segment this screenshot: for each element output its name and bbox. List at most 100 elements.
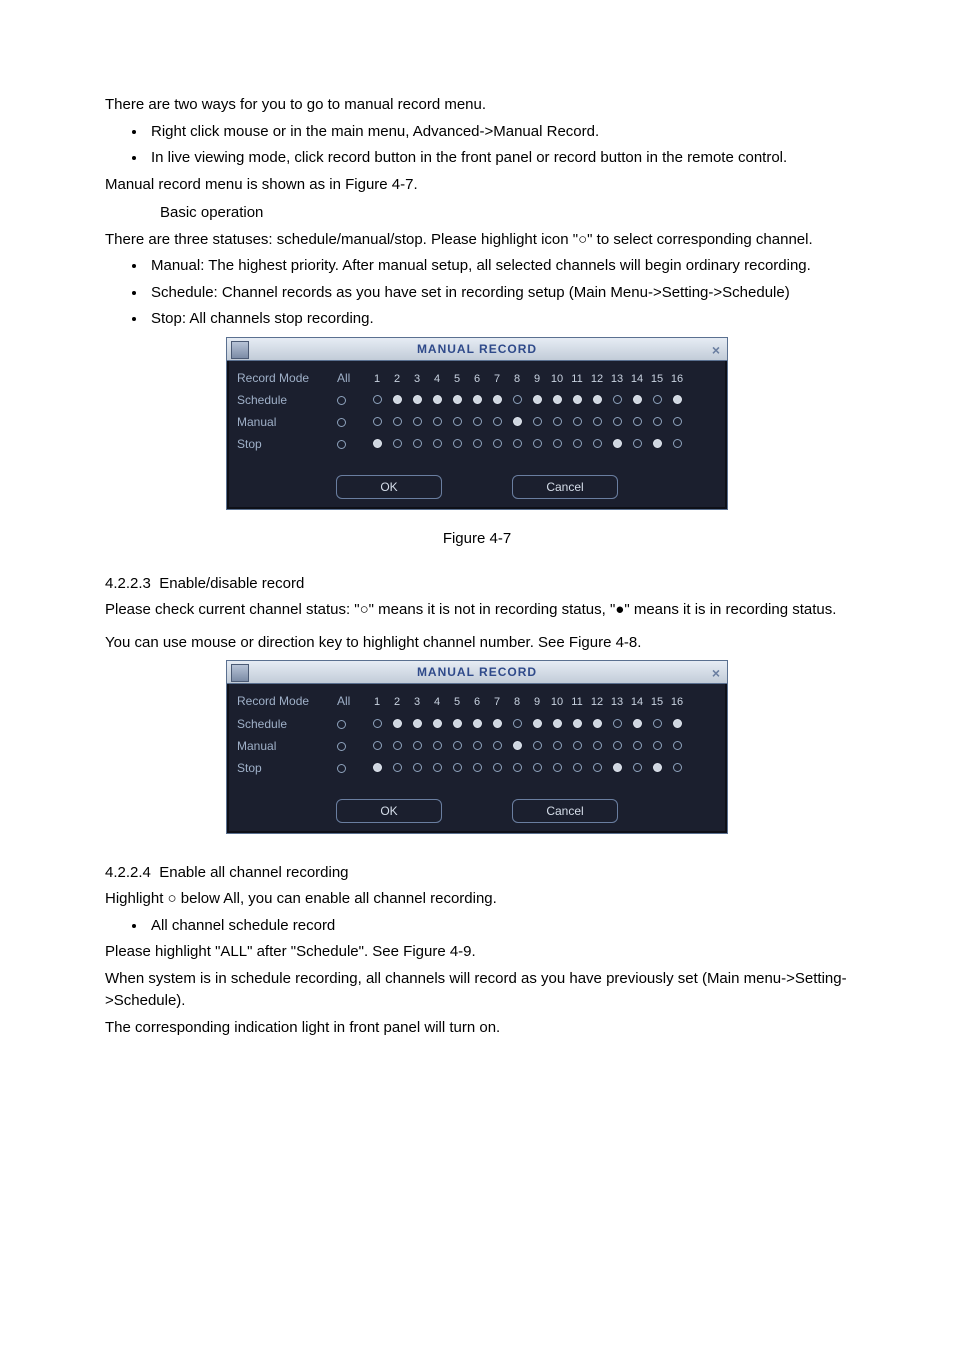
channel-radio[interactable] (427, 715, 447, 732)
channel-radio[interactable] (387, 392, 407, 409)
channel-radio[interactable] (427, 737, 447, 754)
channel-radio[interactable] (587, 715, 607, 732)
channel-radio[interactable] (407, 436, 427, 453)
channel-radio[interactable] (367, 436, 387, 453)
channel-radio[interactable] (607, 715, 627, 732)
channel-radio[interactable] (667, 414, 687, 431)
channel-radio[interactable] (367, 414, 387, 431)
channel-radio[interactable] (487, 392, 507, 409)
channel-radio[interactable] (407, 715, 427, 732)
channel-radio[interactable] (647, 737, 667, 754)
channel-radio[interactable] (527, 759, 547, 776)
channel-radio[interactable] (527, 737, 547, 754)
channel-radio[interactable] (467, 392, 487, 409)
channel-radio[interactable] (427, 392, 447, 409)
channel-radio[interactable] (567, 759, 587, 776)
all-radio[interactable] (337, 391, 367, 409)
channel-radio[interactable] (587, 392, 607, 409)
channel-radio[interactable] (467, 715, 487, 732)
channel-radio[interactable] (607, 414, 627, 431)
channel-radio[interactable] (627, 414, 647, 431)
channel-radio[interactable] (547, 737, 567, 754)
channel-radio[interactable] (667, 715, 687, 732)
channel-radio[interactable] (507, 436, 527, 453)
channel-radio[interactable] (667, 759, 687, 776)
channel-radio[interactable] (487, 414, 507, 431)
channel-radio[interactable] (487, 759, 507, 776)
close-icon[interactable]: × (712, 663, 721, 684)
channel-radio[interactable] (427, 436, 447, 453)
all-radio[interactable] (337, 435, 367, 453)
channel-radio[interactable] (527, 392, 547, 409)
channel-radio[interactable] (507, 737, 527, 754)
channel-radio[interactable] (387, 715, 407, 732)
channel-radio[interactable] (527, 715, 547, 732)
channel-radio[interactable] (367, 737, 387, 754)
channel-radio[interactable] (627, 759, 647, 776)
channel-radio[interactable] (387, 414, 407, 431)
channel-radio[interactable] (467, 737, 487, 754)
cancel-button[interactable]: Cancel (512, 799, 618, 823)
channel-radio[interactable] (627, 737, 647, 754)
channel-radio[interactable] (667, 392, 687, 409)
channel-radio[interactable] (527, 436, 547, 453)
channel-radio[interactable] (507, 715, 527, 732)
ok-button[interactable]: OK (336, 475, 442, 499)
channel-radio[interactable] (627, 715, 647, 732)
channel-radio[interactable] (407, 414, 427, 431)
all-radio[interactable] (337, 413, 367, 431)
channel-radio[interactable] (667, 436, 687, 453)
channel-radio[interactable] (387, 436, 407, 453)
channel-radio[interactable] (487, 715, 507, 732)
channel-radio[interactable] (627, 436, 647, 453)
channel-radio[interactable] (627, 392, 647, 409)
channel-radio[interactable] (467, 414, 487, 431)
channel-radio[interactable] (587, 436, 607, 453)
channel-radio[interactable] (567, 715, 587, 732)
channel-radio[interactable] (647, 436, 667, 453)
channel-radio[interactable] (547, 414, 567, 431)
channel-radio[interactable] (427, 414, 447, 431)
channel-radio[interactable] (407, 392, 427, 409)
channel-radio[interactable] (547, 392, 567, 409)
channel-radio[interactable] (387, 737, 407, 754)
channel-radio[interactable] (447, 436, 467, 453)
channel-radio[interactable] (367, 759, 387, 776)
channel-radio[interactable] (647, 715, 667, 732)
channel-radio[interactable] (467, 759, 487, 776)
channel-radio[interactable] (427, 759, 447, 776)
all-radio[interactable] (337, 759, 367, 777)
channel-radio[interactable] (647, 414, 667, 431)
channel-radio[interactable] (607, 436, 627, 453)
channel-radio[interactable] (527, 414, 547, 431)
channel-radio[interactable] (547, 436, 567, 453)
cancel-button[interactable]: Cancel (512, 475, 618, 499)
channel-radio[interactable] (487, 737, 507, 754)
channel-radio[interactable] (587, 414, 607, 431)
channel-radio[interactable] (567, 414, 587, 431)
channel-radio[interactable] (647, 392, 667, 409)
channel-radio[interactable] (507, 759, 527, 776)
channel-radio[interactable] (647, 759, 667, 776)
channel-radio[interactable] (547, 759, 567, 776)
channel-radio[interactable] (447, 715, 467, 732)
channel-radio[interactable] (367, 715, 387, 732)
channel-radio[interactable] (447, 392, 467, 409)
channel-radio[interactable] (667, 737, 687, 754)
channel-radio[interactable] (387, 759, 407, 776)
channel-radio[interactable] (567, 436, 587, 453)
channel-radio[interactable] (447, 759, 467, 776)
channel-radio[interactable] (587, 737, 607, 754)
channel-radio[interactable] (567, 392, 587, 409)
ok-button[interactable]: OK (336, 799, 442, 823)
channel-radio[interactable] (587, 759, 607, 776)
channel-radio[interactable] (487, 436, 507, 453)
channel-radio[interactable] (607, 392, 627, 409)
channel-radio[interactable] (407, 737, 427, 754)
channel-radio[interactable] (407, 759, 427, 776)
channel-radio[interactable] (507, 392, 527, 409)
channel-radio[interactable] (447, 737, 467, 754)
close-icon[interactable]: × (712, 340, 721, 361)
channel-radio[interactable] (567, 737, 587, 754)
channel-radio[interactable] (607, 759, 627, 776)
